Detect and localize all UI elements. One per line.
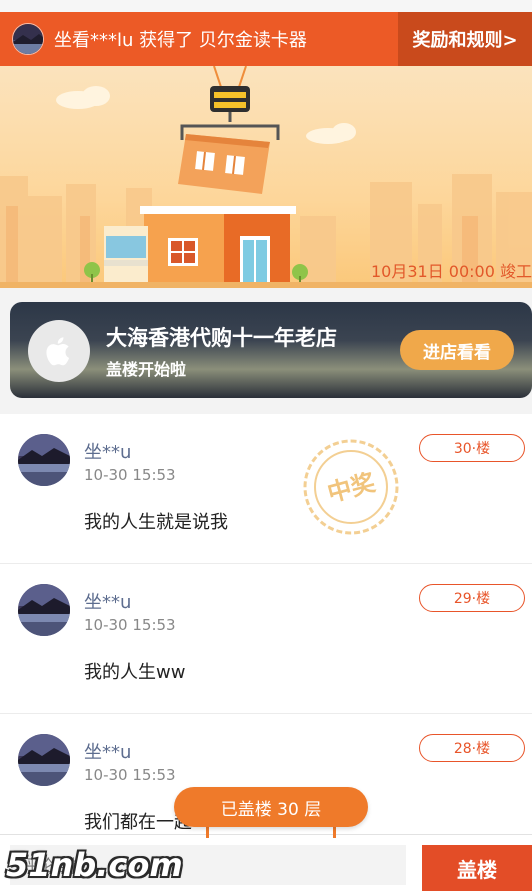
winner-notice-bar: 坐看***lu 获得了 贝尔金读卡器 奖励和规则> [0, 12, 532, 66]
building-banner: 10月31日 00:00 竣工 [0, 66, 532, 288]
post-message: 我的人生就是说我 [84, 512, 228, 533]
shop-subtitle: 盖楼开始啦 [106, 360, 187, 379]
shop-name: 大海香港代购十一年老店 [106, 326, 337, 350]
site-watermark: 51nb.com [6, 846, 183, 884]
floor-badge: 29·楼 [419, 584, 525, 612]
post-time: 10-30 15:53 [84, 466, 176, 484]
built-floors-counter: 已盖楼 30 层 [174, 787, 368, 827]
rules-link[interactable]: 奖励和规则> [398, 12, 532, 66]
floor-badge: 28·楼 [419, 734, 525, 762]
status-strip [0, 0, 532, 12]
winner-avatar [12, 23, 44, 55]
completion-deadline: 10月31日 00:00 竣工 [370, 262, 532, 281]
post-username[interactable]: 坐**u [84, 588, 131, 614]
avatar[interactable] [18, 584, 70, 636]
list-item: 坐**u 10-30 15:53 我的人生就是说我 中奖 30·楼 [0, 414, 532, 564]
building-illustration [0, 66, 532, 288]
counter-stem-left [206, 826, 209, 838]
post-time: 10-30 15:53 [84, 616, 176, 634]
post-username[interactable]: 坐**u [84, 438, 131, 464]
avatar[interactable] [18, 434, 70, 486]
build-floor-button[interactable]: 盖楼 [422, 845, 532, 891]
avatar[interactable] [18, 734, 70, 786]
screen: 坐看***lu 获得了 贝尔金读卡器 奖励和规则> 10月31日 00:00 竣… [0, 0, 532, 891]
visit-shop-button[interactable]: 进店看看 [400, 330, 514, 370]
list-item: 坐**u 10-30 15:53 我的人生ww 29·楼 [0, 564, 532, 714]
floor-badge: 30·楼 [419, 434, 525, 462]
post-time: 10-30 15:53 [84, 766, 176, 784]
post-message: 我的人生ww [84, 662, 186, 683]
winner-stamp-text: 中奖 [324, 468, 379, 508]
counter-stem-right [333, 826, 336, 838]
winner-stamp-icon: 中奖 [303, 439, 399, 535]
apple-icon [28, 320, 90, 382]
notice-text: 坐看***lu 获得了 贝尔金读卡器 [54, 30, 307, 51]
shop-card[interactable]: 大海香港代购十一年老店 盖楼开始啦 进店看看 [10, 302, 532, 398]
post-username[interactable]: 坐**u [84, 738, 131, 764]
